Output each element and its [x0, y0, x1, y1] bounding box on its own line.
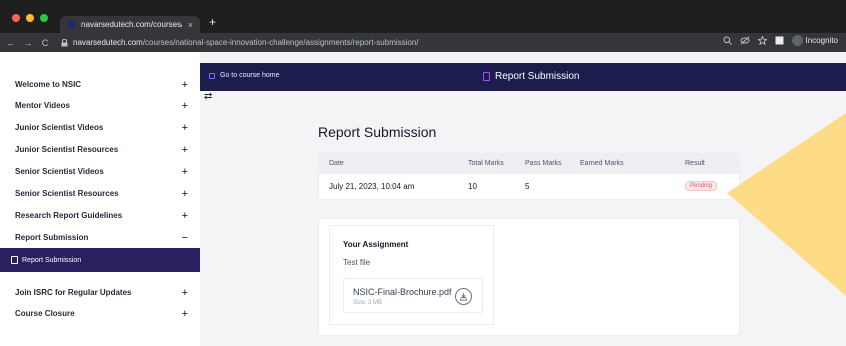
incognito-avatar-icon	[791, 35, 803, 46]
expand-icon[interactable]: +	[182, 144, 188, 156]
download-icon[interactable]	[455, 288, 472, 305]
cell-total-marks: 10	[468, 182, 477, 191]
expand-icon[interactable]: +	[182, 210, 188, 222]
assignment-title: Your Assignment	[343, 240, 409, 249]
address-bar-row: ← → C navarsedutech.com/courses/national…	[0, 33, 846, 52]
window-controls	[12, 14, 48, 22]
expand-icon[interactable]: +	[182, 166, 188, 178]
tab-close-icon[interactable]: ×	[188, 20, 193, 30]
cell-pass-marks: 5	[525, 182, 530, 191]
back-button[interactable]: ←	[5, 38, 17, 48]
expand-icon[interactable]: +	[182, 79, 188, 91]
tab-bar: navarsedutech.com/courses/n × +	[0, 0, 846, 33]
expand-icon[interactable]: +	[182, 188, 188, 200]
browser-tab[interactable]: navarsedutech.com/courses/n ×	[60, 16, 200, 33]
browser-actions: Incognito	[723, 35, 838, 46]
course-topbar: Go to course home Report Submission	[200, 63, 846, 91]
url-path: /courses/national-space-innovation-chall…	[142, 38, 419, 47]
sidebar-item-label: Report Submission	[15, 233, 89, 242]
sidebar-item-join-isrc[interactable]: Join ISRC for Regular Updates +	[0, 282, 200, 303]
star-icon[interactable]	[757, 36, 767, 45]
document-icon	[11, 256, 18, 264]
assignment-panel: Your Assignment Test file NSIC-Final-Bro…	[329, 225, 494, 325]
status-badge: Pending	[685, 181, 718, 191]
minimize-window-button[interactable]	[26, 14, 34, 22]
lesson-label: Report Submission	[22, 256, 82, 264]
page-title: Report Submission	[318, 124, 437, 140]
incognito-label: Incognito	[805, 36, 838, 45]
sidebar-item-research-guidelines[interactable]: Research Report Guidelines +	[0, 205, 200, 226]
close-window-button[interactable]	[12, 14, 20, 22]
assignment-card: Your Assignment Test file NSIC-Final-Bro…	[318, 218, 740, 336]
site-favicon-icon	[67, 20, 75, 29]
zoom-icon[interactable]	[723, 36, 732, 45]
sidebar-lesson-report-submission[interactable]: Report Submission	[0, 248, 200, 272]
header-result: Result	[685, 160, 705, 167]
sidebar-item-label: Senior Scientist Videos	[15, 167, 104, 176]
topbar-title-text: Report Submission	[495, 71, 580, 82]
url-field[interactable]: navarsedutech.com/courses/national-space…	[61, 38, 419, 47]
sidebar-item-senior-resources[interactable]: Senior Scientist Resources +	[0, 183, 200, 204]
table-header: Date Total Marks Pass Marks Earned Marks…	[319, 154, 739, 174]
header-earned-marks: Earned Marks	[580, 160, 624, 167]
forward-button[interactable]: →	[22, 38, 34, 48]
home-icon	[209, 72, 215, 79]
sidebar-item-label: Course Closure	[15, 309, 75, 318]
tab-title: navarsedutech.com/courses/n	[81, 20, 182, 29]
file-size: Size: 3 MB	[353, 300, 383, 306]
incognito-indicator[interactable]: Incognito	[791, 35, 838, 46]
expand-icon[interactable]: +	[182, 308, 188, 320]
attachment-item[interactable]: NSIC-Final-Brochure.pdf Size: 3 MB	[343, 278, 483, 313]
sidebar-item-welcome[interactable]: Welcome to NSIC +	[0, 74, 200, 95]
assignment-text: Test file	[343, 258, 371, 267]
lock-icon	[61, 38, 68, 46]
browser-chrome: navarsedutech.com/courses/n × + ← → C na…	[0, 0, 846, 52]
sidebar-item-junior-resources[interactable]: Junior Scientist Resources +	[0, 139, 200, 160]
sidebar-item-label: Junior Scientist Videos	[15, 123, 104, 132]
eye-off-icon[interactable]	[740, 36, 750, 45]
sidebar-item-label: Junior Scientist Resources	[15, 145, 119, 154]
header-date: Date	[329, 160, 344, 167]
header-total-marks: Total Marks	[468, 160, 504, 167]
sidebar-item-label: Senior Scientist Resources	[15, 189, 119, 198]
expand-icon[interactable]: +	[182, 287, 188, 299]
maximize-window-button[interactable]	[40, 14, 48, 22]
expand-icon[interactable]: +	[182, 122, 188, 134]
header-pass-marks: Pass Marks	[525, 160, 562, 167]
sidebar-item-label: Join ISRC for Regular Updates	[15, 288, 132, 297]
document-icon	[483, 72, 490, 81]
sidebar-item-mentor-videos[interactable]: Mentor Videos +	[0, 95, 200, 116]
go-to-course-home-link[interactable]: Go to course home	[209, 72, 280, 79]
sidebar-item-label: Welcome to NSIC	[15, 80, 82, 89]
file-name: NSIC-Final-Brochure.pdf	[353, 287, 452, 297]
sidebar-item-label: Research Report Guidelines	[15, 211, 123, 220]
sidebar-item-course-closure[interactable]: Course Closure +	[0, 303, 200, 324]
decorative-triangle	[727, 113, 846, 296]
collapse-icon[interactable]: −	[182, 232, 188, 244]
cell-date: July 21, 2023, 10:04 am	[329, 182, 415, 191]
sidebar-item-junior-videos[interactable]: Junior Scientist Videos +	[0, 117, 200, 138]
sidebar-icon[interactable]	[775, 36, 784, 45]
url-host: navarsedutech.com	[73, 38, 143, 47]
expand-icon[interactable]: +	[182, 100, 188, 112]
new-tab-button[interactable]: +	[209, 15, 216, 29]
go-home-label: Go to course home	[220, 72, 280, 79]
toggle-sidebar-icon[interactable]: ⇄	[204, 91, 212, 102]
sidebar-item-senior-videos[interactable]: Senior Scientist Videos +	[0, 161, 200, 182]
sidebar-item-label: Mentor Videos	[15, 101, 70, 110]
submission-table: Date Total Marks Pass Marks Earned Marks…	[318, 153, 740, 200]
sidebar-item-report-submission[interactable]: Report Submission −	[0, 227, 200, 248]
reload-button[interactable]: C	[39, 38, 51, 48]
course-sidebar: Welcome to NSIC + Mentor Videos + Junior S…	[0, 52, 200, 346]
topbar-title: Report Submission	[483, 71, 579, 82]
